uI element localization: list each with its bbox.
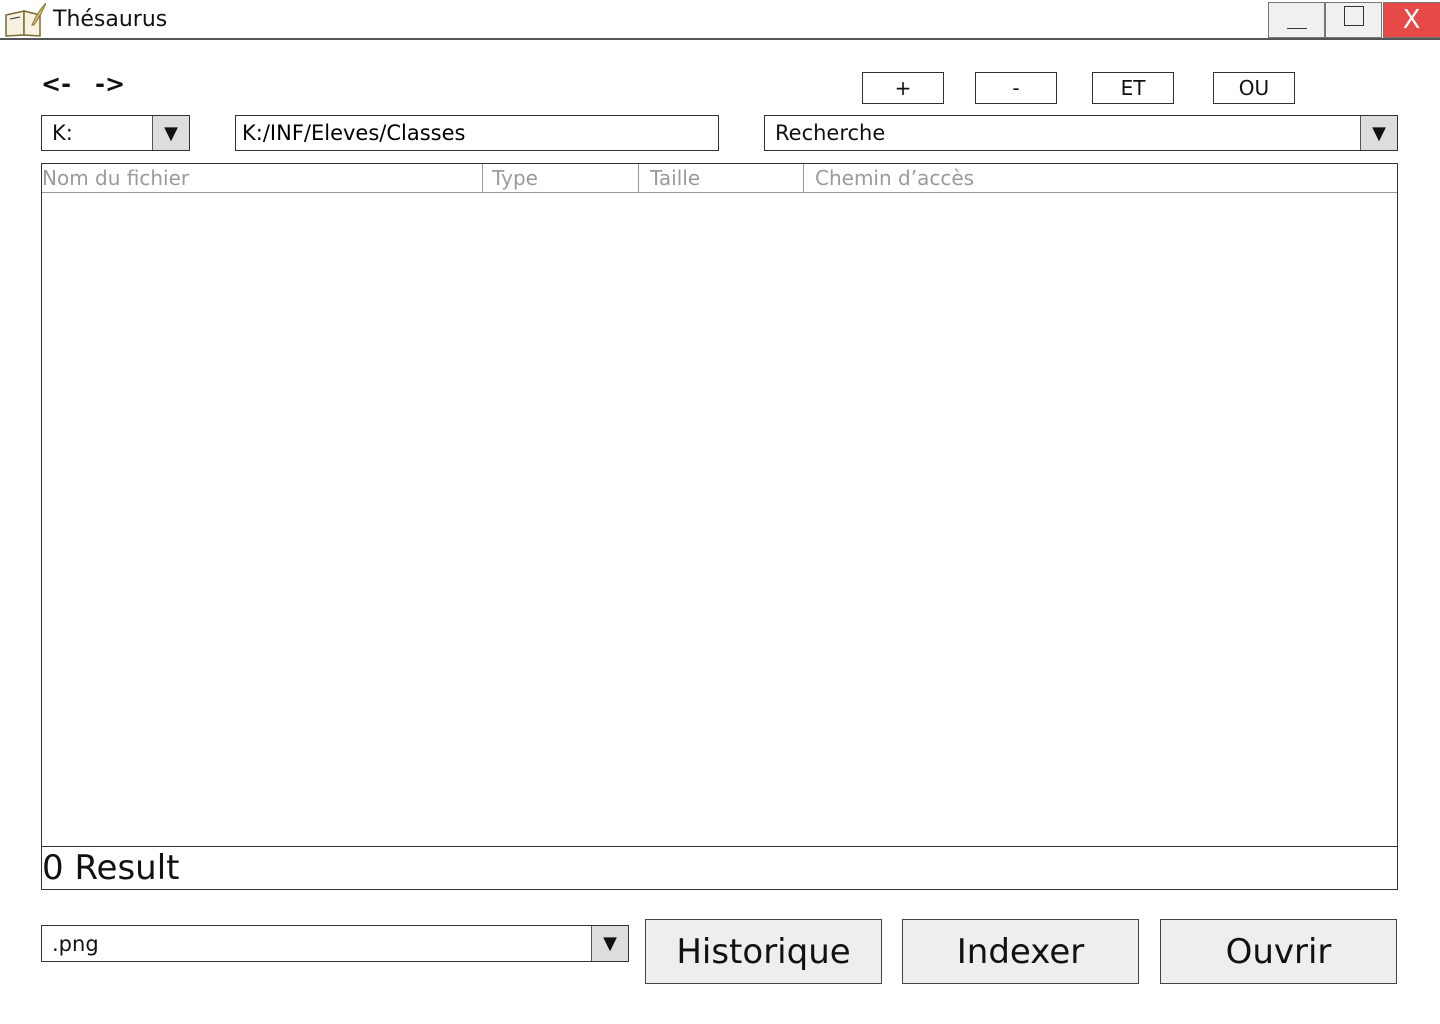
and-operator-button[interactable]: ET bbox=[1092, 72, 1174, 104]
book-quill-icon bbox=[5, 3, 46, 37]
column-header-filename[interactable]: Nom du fichier bbox=[42, 164, 483, 192]
path-input[interactable] bbox=[236, 116, 718, 150]
maximize-button[interactable] bbox=[1325, 2, 1382, 38]
remove-term-button[interactable]: - bbox=[975, 72, 1057, 104]
result-count: 0 Result bbox=[42, 846, 1397, 889]
close-icon: X bbox=[1402, 5, 1421, 35]
forward-button[interactable]: -> bbox=[95, 70, 125, 98]
results-list[interactable] bbox=[42, 192, 1397, 847]
or-operator-button[interactable]: OU bbox=[1213, 72, 1295, 104]
minimize-button[interactable] bbox=[1268, 2, 1325, 38]
table-header: Nom du fichier Type Taille Chemin d’accè… bbox=[42, 164, 1397, 193]
minimize-icon bbox=[1286, 27, 1307, 29]
window-title: Thésaurus bbox=[53, 7, 168, 32]
maximize-icon bbox=[1343, 6, 1364, 26]
column-header-size[interactable]: Taille bbox=[639, 164, 804, 192]
triangle-down-icon[interactable]: ▼ bbox=[152, 116, 189, 150]
back-button[interactable]: <- bbox=[41, 70, 71, 98]
triangle-down-icon[interactable]: ▼ bbox=[1360, 116, 1397, 150]
column-header-type[interactable]: Type bbox=[483, 164, 639, 192]
history-button[interactable]: Historique bbox=[645, 919, 882, 984]
drive-select-value: K: bbox=[52, 121, 73, 145]
open-button[interactable]: Ouvrir bbox=[1160, 919, 1397, 984]
results-table: Nom du fichier Type Taille Chemin d’accè… bbox=[41, 163, 1398, 890]
search-select-value: Recherche bbox=[775, 121, 886, 145]
search-select[interactable]: Recherche ▼ bbox=[764, 115, 1398, 151]
triangle-down-icon[interactable]: ▼ bbox=[591, 926, 628, 961]
add-term-button[interactable]: + bbox=[862, 72, 944, 104]
close-button[interactable]: X bbox=[1383, 2, 1440, 38]
title-bar: Thésaurus X bbox=[0, 0, 1440, 40]
extension-select-value: .png bbox=[52, 931, 99, 956]
index-button[interactable]: Indexer bbox=[902, 919, 1139, 984]
drive-select[interactable]: K: ▼ bbox=[41, 115, 190, 151]
path-field[interactable] bbox=[235, 115, 719, 151]
extension-select[interactable]: .png ▼ bbox=[41, 925, 629, 962]
column-header-path[interactable]: Chemin d’accès bbox=[804, 164, 1397, 192]
